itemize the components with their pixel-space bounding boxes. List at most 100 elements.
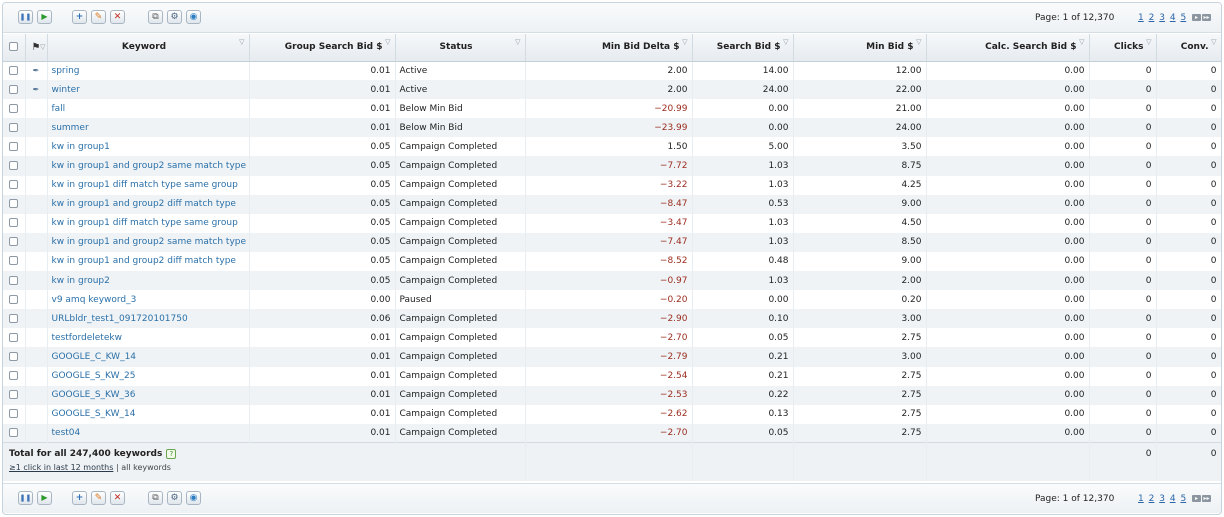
keyword-link[interactable]: kw in group1 diff match type same group: [47, 175, 250, 195]
select-all-checkbox[interactable]: [9, 42, 19, 52]
keyword-link[interactable]: kw in group1 and group2 same match type: [47, 156, 250, 176]
table-row[interactable]: kw in group1 and group2 same match type 0…: [3, 232, 1221, 252]
col-calc-bid[interactable]: Calc. Search Bid $ ▽: [926, 34, 1090, 62]
help-icon[interactable]: ?: [166, 449, 177, 460]
search-bid-cell[interactable]: 1.03: [692, 175, 794, 195]
click-filter-link[interactable]: ≥1 click in last 12 months: [9, 463, 113, 472]
page-link-1[interactable]: 1: [1138, 13, 1144, 23]
col-keyword[interactable]: Keyword ▽: [47, 34, 250, 62]
table-row[interactable]: testfordeletekw 0.01 Campaign Completed −2.…: [3, 328, 1221, 348]
search-bid-cell[interactable]: 0.21: [692, 366, 794, 386]
row-checkbox[interactable]: [9, 351, 19, 361]
search-bid-cell[interactable]: 0.05: [692, 328, 794, 348]
table-row[interactable]: GOOGLE_S_KW_36 0.01 Campaign Completed −2.5…: [3, 385, 1221, 405]
edit-icon[interactable]: ✎: [91, 491, 106, 505]
row-checkbox[interactable]: [9, 84, 19, 94]
page-link-1[interactable]: 1: [1138, 494, 1144, 504]
keyword-link[interactable]: kw in group1: [47, 137, 250, 157]
table-row[interactable]: fall 0.01 Below Min Bid −20.99 0.00 21.00 0.00…: [3, 99, 1221, 119]
search-bid-cell[interactable]: 0.21: [692, 347, 794, 367]
globe-icon[interactable]: ◉: [186, 491, 201, 505]
col-min-delta[interactable]: Min Bid Delta $ ▽: [525, 34, 693, 62]
table-row[interactable]: summer 0.01 Below Min Bid −23.99 0.00 24.00 0.…: [3, 118, 1221, 138]
pin-icon[interactable]: ✒: [33, 85, 40, 94]
table-row[interactable]: ✒ spring 0.01 Active 2.00 14.00 12.00 0.00 0 0: [3, 61, 1221, 81]
table-row[interactable]: kw in group1 and group2 same match type 0…: [3, 156, 1221, 176]
keyword-link[interactable]: spring: [47, 61, 250, 81]
filter-icon[interactable]: ▽: [515, 38, 520, 46]
filter-icon[interactable]: ▽: [40, 43, 45, 51]
page-link-4[interactable]: 4: [1170, 494, 1176, 504]
keyword-link[interactable]: GOOGLE_C_KW_14: [47, 347, 250, 367]
row-checkbox[interactable]: [9, 141, 19, 151]
last-page-icon[interactable]: ▸▸: [1202, 495, 1212, 502]
row-checkbox[interactable]: [9, 428, 19, 438]
page-link-5[interactable]: 5: [1180, 13, 1186, 23]
page-link-3[interactable]: 3: [1159, 13, 1165, 23]
pause-icon[interactable]: ❚❚: [18, 10, 33, 24]
table-row[interactable]: kw in group1 diff match type same group 0…: [3, 213, 1221, 233]
page-link-2[interactable]: 2: [1149, 13, 1155, 23]
next-page-icon[interactable]: ▸: [1192, 14, 1202, 21]
table-row[interactable]: GOOGLE_S_KW_14 0.01 Campaign Completed −2.6…: [3, 404, 1221, 424]
table-row[interactable]: GOOGLE_S_KW_25 0.01 Campaign Completed −2.5…: [3, 366, 1221, 386]
copy-icon[interactable]: ⧉: [148, 10, 163, 24]
table-row[interactable]: kw in group1 and group2 diff match type 0…: [3, 194, 1221, 214]
row-checkbox[interactable]: [9, 409, 19, 419]
search-bid-cell[interactable]: 5.00: [692, 137, 794, 157]
globe-icon[interactable]: ◉: [186, 10, 201, 24]
col-clicks[interactable]: Clicks ▽: [1089, 34, 1157, 62]
keyword-link[interactable]: kw in group1 and group2 same match type: [47, 232, 250, 252]
row-checkbox[interactable]: [9, 218, 19, 228]
table-row[interactable]: GOOGLE_C_KW_14 0.01 Campaign Completed −2.7…: [3, 347, 1221, 367]
keyword-link[interactable]: kw in group2: [47, 271, 250, 291]
keyword-link[interactable]: v9 amq keyword_3: [47, 290, 250, 310]
search-bid-cell[interactable]: 1.03: [692, 156, 794, 176]
row-checkbox[interactable]: [9, 180, 19, 190]
row-checkbox[interactable]: [9, 294, 19, 304]
table-row[interactable]: kw in group1 0.05 Campaign Completed 1.50 5.…: [3, 137, 1221, 157]
table-row[interactable]: kw in group1 and group2 diff match type 0…: [3, 251, 1221, 272]
col-search-bid[interactable]: Search Bid $ ▽: [692, 34, 794, 62]
next-page-icon[interactable]: ▸: [1192, 495, 1202, 502]
search-bid-cell[interactable]: 1.03: [692, 213, 794, 233]
search-bid-cell[interactable]: 1.03: [692, 271, 794, 291]
keyword-link[interactable]: kw in group1 and group2 diff match type: [47, 251, 250, 272]
row-checkbox[interactable]: [9, 199, 19, 209]
delete-icon[interactable]: ✕: [110, 491, 125, 505]
filter-icon[interactable]: ▽: [783, 38, 788, 46]
edit-icon[interactable]: ✎: [91, 10, 106, 24]
col-status[interactable]: Status ▽: [395, 34, 526, 62]
play-icon[interactable]: ▶: [37, 491, 52, 505]
search-bid-cell[interactable]: 0.00: [692, 290, 794, 310]
search-bid-cell[interactable]: 0.48: [692, 251, 794, 272]
settings-icon[interactable]: ⚙: [167, 491, 182, 505]
page-link-5[interactable]: 5: [1180, 494, 1186, 504]
keyword-link[interactable]: test04: [47, 423, 250, 443]
pin-icon[interactable]: ✒: [33, 66, 40, 75]
table-row[interactable]: ✒ winter 0.01 Active 2.00 24.00 22.00 0.00 0 0: [3, 80, 1221, 100]
search-bid-cell[interactable]: 0.00: [692, 118, 794, 138]
add-icon[interactable]: +: [72, 10, 87, 24]
col-group-bid[interactable]: Group Search Bid $ ▽: [249, 34, 396, 62]
search-bid-cell[interactable]: 24.00: [692, 80, 794, 100]
filter-icon[interactable]: ▽: [682, 38, 687, 46]
row-checkbox[interactable]: [9, 122, 19, 132]
row-checkbox[interactable]: [9, 161, 19, 171]
keyword-link[interactable]: fall: [47, 99, 250, 119]
table-row[interactable]: kw in group2 0.05 Campaign Completed −0.97 1…: [3, 271, 1221, 291]
keyword-link[interactable]: kw in group1 diff match type same group: [47, 213, 250, 233]
table-row[interactable]: test04 0.01 Campaign Completed −2.70 0.05 2.7…: [3, 423, 1221, 443]
copy-icon[interactable]: ⧉: [148, 491, 163, 505]
add-icon[interactable]: +: [72, 491, 87, 505]
row-checkbox[interactable]: [9, 256, 19, 266]
search-bid-cell[interactable]: 0.05: [692, 423, 794, 443]
keyword-link[interactable]: GOOGLE_S_KW_36: [47, 385, 250, 405]
col-conv[interactable]: Conv. ▽: [1156, 34, 1221, 62]
keyword-link[interactable]: kw in group1 and group2 diff match type: [47, 194, 250, 214]
flag-column-header[interactable]: ⚑ ▽: [25, 34, 48, 62]
keyword-link[interactable]: URLbldr_test1_091720101750: [47, 309, 250, 329]
row-checkbox[interactable]: [9, 65, 19, 75]
search-bid-cell[interactable]: 0.10: [692, 309, 794, 329]
search-bid-cell[interactable]: 0.00: [692, 99, 794, 119]
